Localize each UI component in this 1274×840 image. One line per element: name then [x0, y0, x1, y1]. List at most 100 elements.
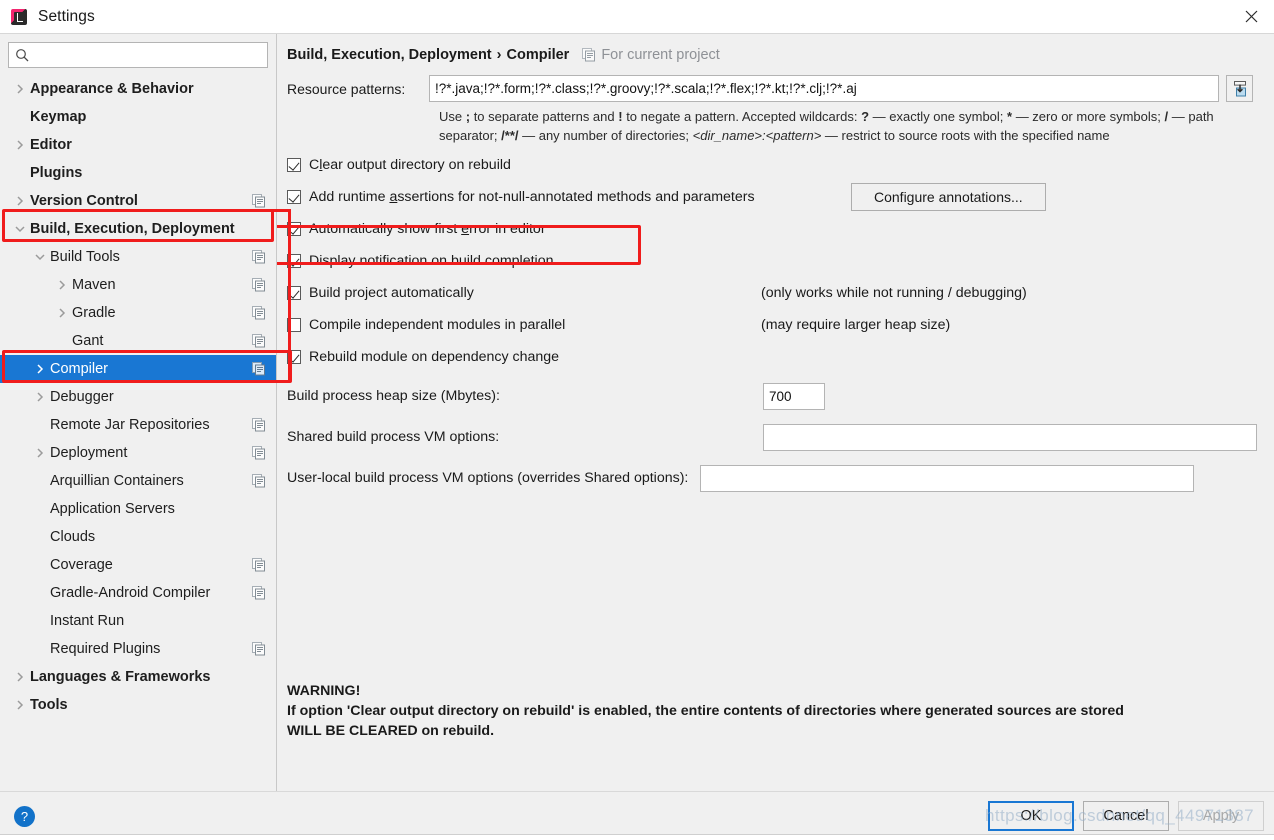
search-icon [15, 48, 29, 62]
field-label: Build process heap size (Mbytes): [287, 388, 500, 404]
copy-icon [252, 194, 266, 208]
field-input-user-local-build-process-vm-options-overrides-shared-options[interactable] [700, 464, 1195, 492]
checkbox-row-rebuild-module-on-dependency-change[interactable]: Rebuild module on dependency change [287, 345, 1260, 369]
settings-tree: Appearance & Behavior Keymap Editor Plugins… [0, 74, 276, 791]
chevron-right-icon[interactable] [30, 448, 50, 458]
breadcrumb: Build, Execution, Deployment › Compiler … [287, 34, 1260, 63]
help-icon[interactable]: ? [14, 805, 35, 827]
sidebar-item-appearance-behavior[interactable]: Appearance & Behavior [0, 75, 276, 103]
checkbox-clear-output-directory-on-rebuild[interactable] [287, 158, 301, 172]
copy-icon [252, 418, 266, 432]
chevron-right-icon[interactable] [30, 392, 50, 402]
checkbox-label: Clear output directory on rebuild [309, 157, 511, 173]
checkbox-row-build-project-automatically[interactable]: Build project automatically (only works w… [287, 281, 1260, 305]
field-input-build-process-heap-size-mbytes[interactable]: 700 [763, 382, 825, 410]
sidebar-item-label: Instant Run [50, 613, 125, 629]
checkbox-label: Build project automatically [309, 285, 474, 301]
checkbox-add-runtime-assertions-for-not-null-annotated-methods-and-parameters[interactable] [287, 190, 301, 204]
annotation-line-down [288, 209, 291, 382]
sidebar-item-label: Plugins [30, 165, 83, 181]
chevron-right-icon[interactable] [10, 140, 30, 150]
chevron-right-icon[interactable] [10, 196, 30, 206]
sidebar-item-coverage[interactable]: Coverage [0, 551, 276, 579]
resource-patterns-input[interactable]: !?*.java;!?*.form;!?*.class;!?*.groovy;!… [429, 75, 1219, 102]
sidebar-item-label: Required Plugins [50, 641, 161, 657]
chevron-right-icon[interactable] [52, 308, 72, 318]
resource-patterns-label: Resource patterns: [287, 80, 406, 97]
sidebar-item-label: Remote Jar Repositories [50, 417, 210, 433]
chevron-right-icon[interactable] [52, 280, 72, 290]
sidebar-item-tools[interactable]: Tools [0, 691, 276, 719]
resource-patterns-help-text: Use ; to separate patterns and ! to nega… [439, 108, 1244, 145]
checkbox-row-clear-output-directory-on-rebuild[interactable]: Clear output directory on rebuild [287, 153, 1260, 177]
breadcrumb-scope-label: For current project [601, 47, 720, 63]
settings-dialog: Settings Appearance & Behavior Keymap Ed… [0, 0, 1274, 840]
sidebar-item-gradle[interactable]: Gradle [0, 299, 276, 327]
copy-icon [252, 558, 266, 572]
sidebar-item-arquillian-containers[interactable]: Arquillian Containers [0, 467, 276, 495]
sidebar-item-clouds[interactable]: Clouds [0, 523, 276, 551]
sidebar-item-label: Gant [72, 333, 104, 349]
field-label: Shared build process VM options: [287, 429, 500, 445]
checkbox-row-automatically-show-first-error-in-editor[interactable]: Automatically show first error in editor [287, 217, 1260, 241]
chevron-down-icon[interactable] [10, 224, 30, 234]
chevron-down-icon[interactable] [30, 252, 50, 262]
checkbox-row-add-runtime-assertions-for-not-null-annotated-methods-and-parameters[interactable]: Add runtime assertions for not-null-anno… [287, 183, 1260, 211]
sidebar-item-debugger[interactable]: Debugger [0, 383, 276, 411]
checkbox-label: Automatically show first error in editor [309, 221, 546, 237]
intellij-idea-icon [11, 8, 27, 25]
sidebar-item-compiler[interactable]: Compiler [0, 355, 276, 383]
window-title: Settings [38, 7, 95, 25]
sidebar-item-plugins[interactable]: Plugins [0, 159, 276, 187]
checkbox-note: (may require larger heap size) [761, 317, 951, 333]
breadcrumb-root[interactable]: Build, Execution, Deployment [287, 47, 492, 63]
search-wrapper [0, 34, 276, 74]
sidebar-item-editor[interactable]: Editor [0, 131, 276, 159]
watermark: https://blog.csdnnet/qq_44971387 [985, 806, 1254, 825]
sidebar-item-gradle-android-compiler[interactable]: Gradle-Android Compiler [0, 579, 276, 607]
checkbox-row-compile-independent-modules-in-parallel[interactable]: Compile independent modules in parallel (… [287, 313, 1260, 337]
copy-icon [582, 48, 596, 62]
sidebar-item-label: Tools [30, 697, 68, 713]
chevron-right-icon[interactable] [10, 84, 30, 94]
sidebar-item-build-execution-deployment[interactable]: Build, Execution, Deployment [0, 215, 276, 243]
copy-icon [252, 334, 266, 348]
checkbox-row-display-notification-on-build-completion[interactable]: Display notification on build completion [287, 249, 1260, 273]
sidebar-item-deployment[interactable]: Deployment [0, 439, 276, 467]
copy-icon [252, 250, 266, 264]
sidebar-item-remote-jar-repositories[interactable]: Remote Jar Repositories [0, 411, 276, 439]
chevron-right-icon[interactable] [10, 700, 30, 710]
checkbox-label: Rebuild module on dependency change [309, 349, 560, 365]
field-row-shared-build-process-vm-options: Shared build process VM options: [287, 423, 1260, 451]
copy-icon [252, 362, 266, 376]
sidebar-item-gant[interactable]: Gant [0, 327, 276, 355]
help-text-fragment: — restrict to source roots with the spec… [821, 127, 1110, 143]
copy-icon [252, 474, 266, 488]
sidebar-item-required-plugins[interactable]: Required Plugins [0, 635, 276, 663]
sidebar-item-build-tools[interactable]: Build Tools [0, 243, 276, 271]
checkbox-label: Compile independent modules in parallel [309, 317, 566, 333]
settings-main-panel: Build, Execution, Deployment › Compiler … [277, 34, 1274, 791]
import-settings-icon[interactable] [1226, 75, 1253, 102]
breadcrumb-leaf: Compiler [506, 47, 570, 63]
sidebar-item-languages-frameworks[interactable]: Languages & Frameworks [0, 663, 276, 691]
search-input[interactable] [35, 47, 261, 63]
breadcrumb-separator: › [496, 47, 502, 63]
sidebar-item-version-control[interactable]: Version Control [0, 187, 276, 215]
sidebar-item-label: Version Control [30, 193, 138, 209]
close-icon[interactable] [1228, 0, 1274, 33]
chevron-right-icon[interactable] [30, 364, 50, 374]
copy-icon [252, 278, 266, 292]
search-box[interactable] [8, 42, 268, 68]
help-text-fragment: — zero or more symbols; [1012, 109, 1165, 124]
copy-icon [252, 586, 266, 600]
sidebar-item-keymap[interactable]: Keymap [0, 103, 276, 131]
configure-annotations-button[interactable]: Configure annotations... [851, 183, 1046, 211]
compiler-options-list: Clear output directory on rebuild Add run… [287, 153, 1260, 369]
sidebar-item-maven[interactable]: Maven [0, 271, 276, 299]
chevron-right-icon[interactable] [10, 672, 30, 682]
sidebar-item-instant-run[interactable]: Instant Run [0, 607, 276, 635]
sidebar-item-application-servers[interactable]: Application Servers [0, 495, 276, 523]
field-input-shared-build-process-vm-options[interactable] [763, 423, 1257, 451]
settings-sidebar: Appearance & Behavior Keymap Editor Plugins… [0, 34, 277, 791]
